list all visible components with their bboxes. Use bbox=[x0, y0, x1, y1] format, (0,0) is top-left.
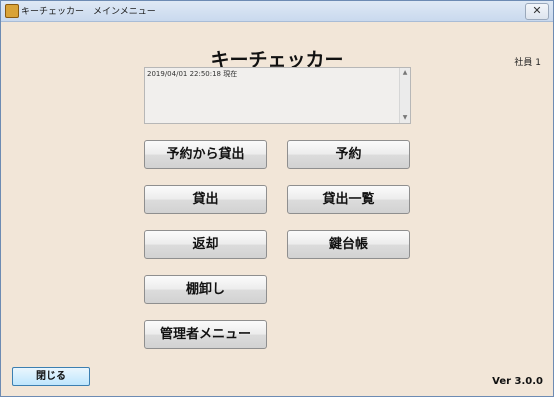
version-label: Ver 3.0.0 bbox=[492, 376, 543, 387]
close-button[interactable]: 閉じる bbox=[12, 367, 90, 386]
lend-button[interactable]: 貸出 bbox=[144, 185, 267, 214]
main-window: キーチェッカー メインメニュー ✕ キーチェッカー 社員 1 2019/04/0… bbox=[0, 0, 554, 397]
scroll-down-icon[interactable]: ▼ bbox=[400, 113, 410, 123]
log-scrollbar[interactable]: ▲ ▼ bbox=[399, 68, 410, 123]
lend-list-button[interactable]: 貸出一覧 bbox=[287, 185, 410, 214]
admin-menu-button[interactable]: 管理者メニュー bbox=[144, 320, 267, 349]
return-button[interactable]: 返却 bbox=[144, 230, 267, 259]
title-bar[interactable]: キーチェッカー メインメニュー ✕ bbox=[1, 1, 553, 22]
key-ledger-button[interactable]: 鍵台帳 bbox=[287, 230, 410, 259]
user-label: 社員 1 bbox=[514, 58, 541, 68]
reserve-button[interactable]: 予約 bbox=[287, 140, 410, 169]
window-title: キーチェッカー メインメニュー bbox=[21, 7, 156, 17]
app-icon bbox=[5, 4, 19, 18]
status-log-text: 2019/04/01 22:50:18 現在 bbox=[147, 70, 238, 78]
status-log[interactable]: 2019/04/01 22:50:18 現在 ▲ ▼ bbox=[144, 67, 411, 124]
scroll-up-icon[interactable]: ▲ bbox=[400, 68, 410, 78]
inventory-button[interactable]: 棚卸し bbox=[144, 275, 267, 304]
close-icon[interactable]: ✕ bbox=[525, 3, 549, 20]
reserve-lend-button[interactable]: 予約から貸出 bbox=[144, 140, 267, 169]
